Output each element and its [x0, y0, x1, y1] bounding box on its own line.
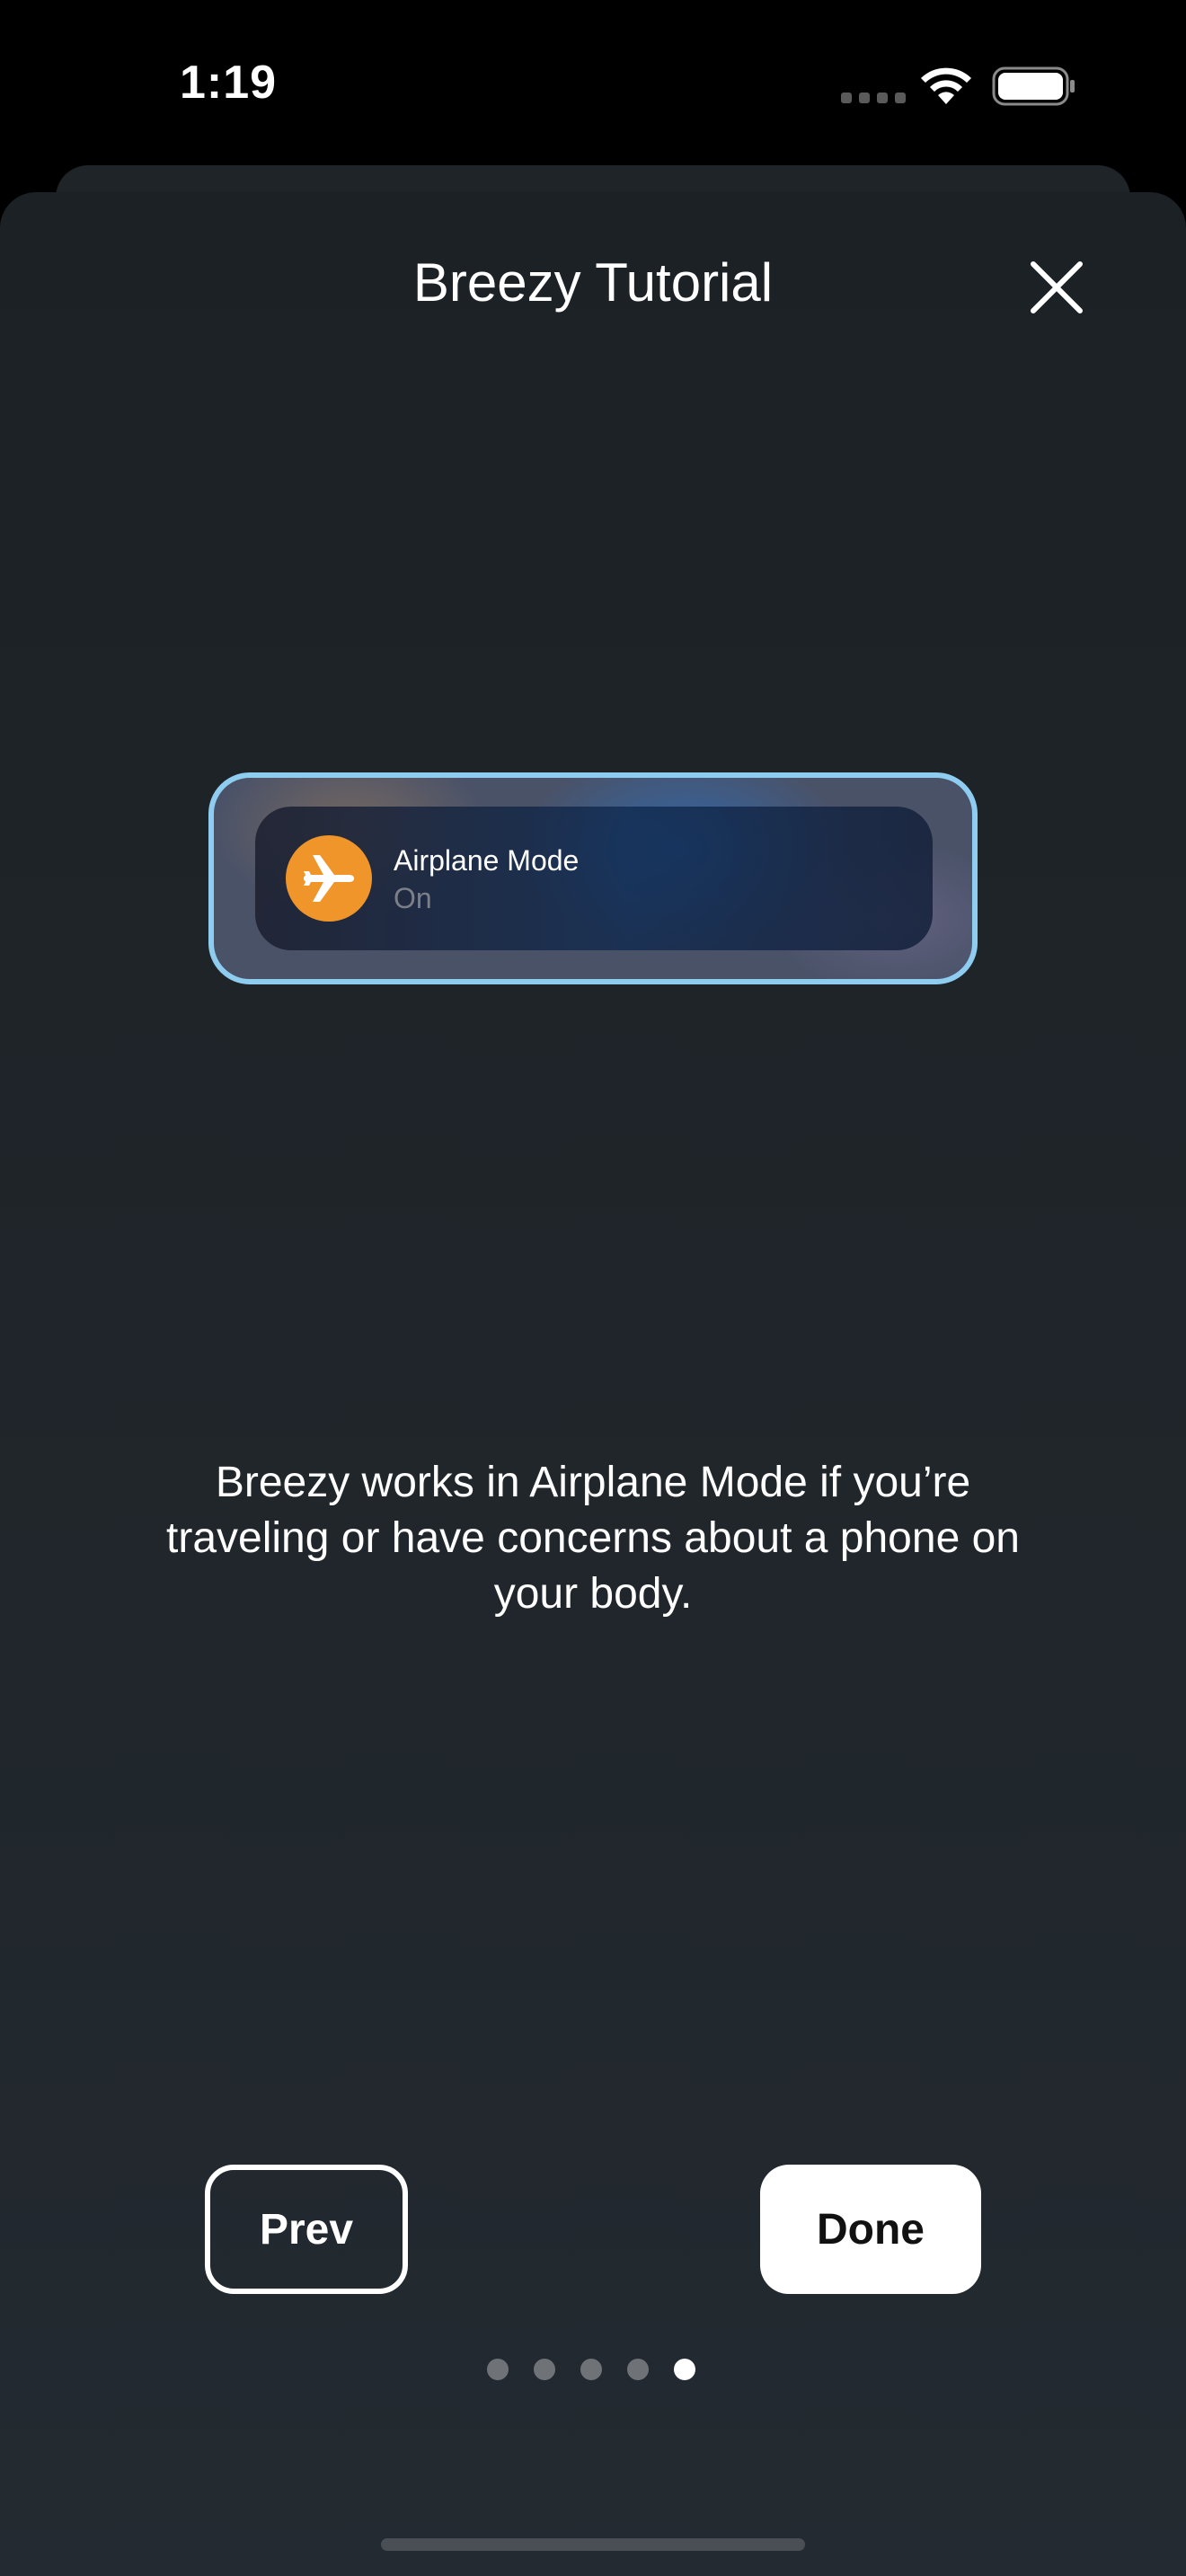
airplane-mode-tile: Airplane Mode On [255, 807, 933, 950]
page-indicator [487, 2359, 695, 2380]
page-dot [534, 2359, 555, 2380]
tutorial-sheet [0, 192, 1186, 2576]
page-dot [627, 2359, 649, 2380]
prev-button[interactable]: Prev [205, 2165, 408, 2294]
battery-icon [992, 66, 1075, 106]
status-time: 1:19 [180, 57, 278, 109]
close-icon[interactable] [1024, 255, 1089, 320]
done-button[interactable]: Done [760, 2165, 981, 2294]
page-dot [487, 2359, 509, 2380]
signal-dots-icon [841, 93, 906, 103]
screen: 1:19 Breezy Tutorial Airplane Mode On Br… [0, 0, 1186, 2576]
tutorial-description: Breezy works in Airplane Mode if you’re … [166, 1459, 1020, 1618]
page-dot [580, 2359, 602, 2380]
page-title: Breezy Tutorial [412, 252, 774, 313]
page-dot-active [674, 2359, 695, 2380]
airplane-mode-label: Airplane Mode [394, 844, 580, 877]
wifi-icon [921, 67, 971, 104]
airplane-mode-status: On [394, 882, 432, 914]
airplane-icon [286, 835, 372, 922]
airplane-mode-illustration: Airplane Mode On [208, 772, 978, 984]
home-indicator[interactable] [381, 2538, 805, 2551]
